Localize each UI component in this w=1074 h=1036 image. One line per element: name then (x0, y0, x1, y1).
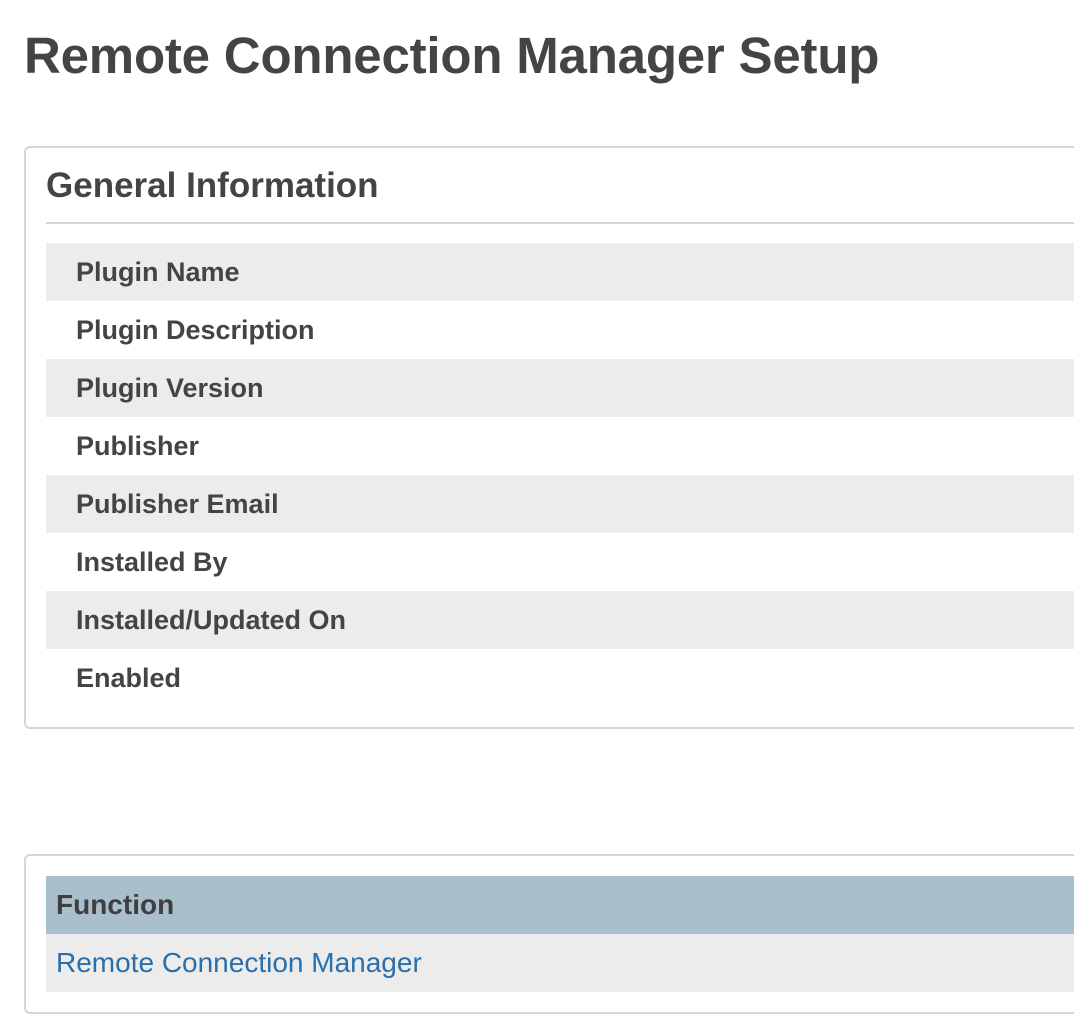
table-row: Remote Connection Manager (46, 934, 1074, 992)
info-label: Installed By (76, 546, 228, 577)
info-label: Enabled (76, 662, 182, 693)
function-column-header: Function (56, 889, 175, 920)
functions-table: Function Remote Connection Manager (46, 876, 1074, 992)
functions-table-header: Function (46, 876, 1074, 934)
functions-panel: Function Remote Connection Manager (24, 854, 1074, 1014)
info-label: Publisher (76, 430, 200, 461)
general-information-table: Plugin Name Plugin Description Plugin Ve… (46, 243, 1074, 707)
info-label: Plugin Version (76, 372, 264, 403)
info-row-publisher-email: Publisher Email (46, 475, 1074, 533)
info-row-plugin-name: Plugin Name (46, 243, 1074, 301)
info-row-plugin-description: Plugin Description (46, 301, 1074, 359)
info-row-enabled: Enabled (46, 649, 1074, 707)
info-row-installed-updated-on: Installed/Updated On (46, 591, 1074, 649)
heading-divider (46, 222, 1074, 224)
page-title: Remote Connection Manager Setup (24, 27, 880, 84)
info-row-plugin-version: Plugin Version (46, 359, 1074, 417)
info-label: Installed/Updated On (76, 604, 347, 635)
info-label: Plugin Name (76, 256, 240, 287)
info-label: Publisher Email (76, 488, 279, 519)
info-row-publisher: Publisher (46, 417, 1074, 475)
general-information-panel: General Information Plugin Name Plugin D… (24, 146, 1074, 729)
info-row-installed-by: Installed By (46, 533, 1074, 591)
general-information-heading: General Information (46, 166, 379, 205)
info-label: Plugin Description (76, 314, 315, 345)
remote-connection-manager-link[interactable]: Remote Connection Manager (56, 947, 422, 979)
